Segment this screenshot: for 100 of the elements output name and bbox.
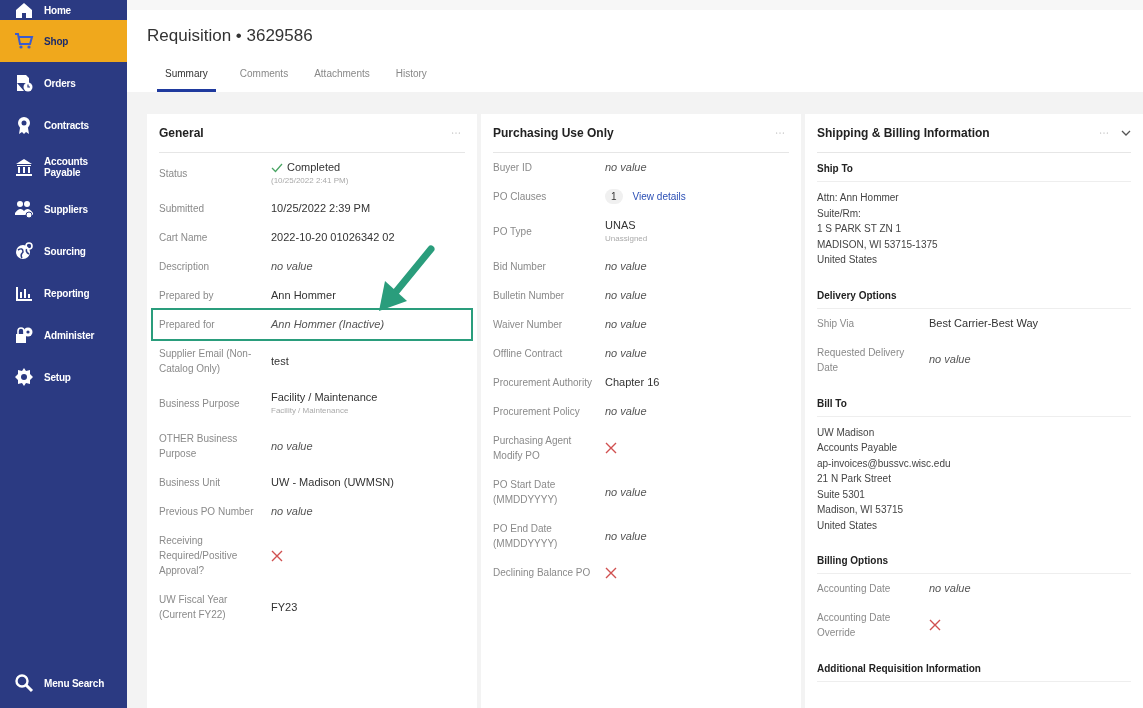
field-label: Requested Delivery Date: [817, 345, 906, 375]
field-label: Waiver Number: [493, 318, 564, 332]
card-title: Shipping & Billing Information: [817, 126, 990, 140]
field-note: Unassigned: [605, 233, 649, 245]
card-title: General: [159, 126, 204, 140]
field-value: no value: [271, 259, 314, 274]
address-line: ap-invoices@bussvc.wisc.edu: [817, 456, 952, 471]
field-value: Chapter 16: [605, 375, 661, 390]
field-value: no value: [605, 346, 648, 361]
field-value: Ann Hommer (Inactive): [271, 317, 386, 332]
section-heading: Delivery Options: [817, 279, 1131, 309]
nav-item[interactable]: Setup: [0, 356, 127, 398]
field-value: 2022-10-20 01026342 02: [271, 230, 396, 245]
section-heading: Billing Options: [817, 545, 1131, 574]
field-label: Previous PO Number: [159, 505, 255, 519]
field-label: Procurement Authority: [493, 376, 593, 390]
field-label: Purchasing Agent Modify PO: [493, 434, 573, 463]
field-value: test: [271, 353, 290, 369]
chevron-down-icon[interactable]: [1121, 129, 1131, 137]
field-value: UNAS: [605, 218, 637, 233]
nav-item[interactable]: Administer: [0, 314, 127, 356]
menu-search-button[interactable]: Menu Search: [0, 658, 127, 708]
field-label: Bid Number: [493, 260, 547, 274]
field-label: Accounting Date: [817, 582, 892, 596]
tab[interactable]: History: [393, 64, 429, 92]
field-note: (10/25/2022 2:41 PM): [271, 175, 350, 187]
field-label: Cart Name: [159, 231, 209, 245]
nav-item[interactable]: Reporting: [0, 272, 127, 314]
field-label: UW Fiscal Year (Current FY22): [159, 593, 229, 622]
field-value: no value: [605, 160, 648, 175]
field-label: Submitted: [159, 202, 206, 216]
address-line: UW Madison: [817, 425, 876, 440]
field-value: no value: [605, 317, 648, 332]
field-label: Bulletin Number: [493, 289, 566, 303]
field-label: PO Type: [493, 225, 533, 239]
field-value: Ann Hommer: [271, 288, 337, 303]
nav-item[interactable]: Home: [0, 0, 127, 20]
field-value: no value: [929, 581, 972, 596]
field-label: Status: [159, 167, 189, 181]
field-label: PO Start Date (MMDDYYYY): [493, 478, 559, 507]
field-label: Buyer ID: [493, 161, 533, 175]
section-heading: Additional Requisition Information: [817, 653, 1131, 682]
field-value: no value: [605, 404, 648, 419]
field-label: Business Unit: [159, 476, 222, 490]
view-details-link[interactable]: View details: [632, 191, 686, 202]
nav-item[interactable]: Orders: [0, 62, 127, 104]
document-clock-icon: [14, 73, 34, 93]
field-label: Procurement Policy: [493, 405, 581, 419]
field-label: Offline Contract: [493, 347, 564, 361]
people-icon: [14, 199, 34, 219]
section-heading: Bill To: [817, 387, 1131, 417]
status-value: Completed: [287, 160, 341, 175]
field-value: no value: [605, 288, 648, 303]
check-icon: [271, 162, 283, 173]
tab[interactable]: Comments: [237, 64, 291, 92]
nav-item[interactable]: Contracts: [0, 104, 127, 146]
address-line: Suite 5301: [817, 487, 866, 502]
field-label: Prepared by: [159, 289, 215, 303]
field-value: no value: [271, 504, 314, 519]
nav-item[interactable]: Accounts Payable: [0, 146, 127, 188]
address-line: Attn: Ann Hommer: [817, 191, 900, 205]
address-line: Suite/Rm:: [817, 206, 862, 221]
nav-item[interactable]: Suppliers: [0, 188, 127, 230]
field-value: Best Carrier-Best Way: [929, 315, 1039, 331]
address-line: Madison, WI 53715: [817, 503, 905, 517]
field-value: FY23: [271, 599, 299, 615]
field-label: Prepared for: [159, 318, 216, 332]
field-value: no value: [605, 259, 648, 274]
search-icon: [14, 673, 34, 693]
cross-icon: [271, 549, 283, 562]
address-line: United States: [817, 518, 879, 533]
nav-item[interactable]: Sourcing: [0, 230, 127, 272]
field-label: Receiving Required/Positive Approval?: [159, 534, 239, 578]
section-heading: Ship To: [817, 153, 1131, 182]
address-line: 1 S PARK ST ZN 1: [817, 222, 903, 236]
tab[interactable]: Summary: [157, 64, 216, 92]
field-label: Supplier Email (Non-Catalog Only): [159, 347, 253, 376]
gear-icon: [14, 367, 34, 387]
address-line: United States: [817, 253, 879, 267]
field-label: Description: [159, 260, 211, 274]
address-line: MADISON, WI 53715-1375: [817, 237, 939, 252]
cart-icon: [14, 31, 34, 51]
field-value: no value: [271, 438, 314, 454]
cross-icon: [605, 566, 617, 579]
field-label: Ship Via: [817, 316, 856, 331]
address-line: Accounts Payable: [817, 441, 899, 455]
field-label: OTHER Business Purpose: [159, 432, 239, 461]
count-badge: 1: [605, 189, 623, 204]
field-value: no value: [605, 484, 648, 500]
house-icon: [14, 0, 34, 20]
field-label: PO Clauses: [493, 190, 548, 204]
cross-icon: [929, 619, 941, 631]
field-label: Declining Balance PO: [493, 566, 592, 580]
tab[interactable]: Attachments: [312, 64, 372, 92]
cross-icon: [605, 442, 617, 454]
globe-icon: [14, 241, 34, 261]
field-value: Facility / Maintenance: [271, 390, 379, 405]
field-value: no value: [929, 352, 972, 367]
card-title: Purchasing Use Only: [493, 126, 614, 140]
nav-item[interactable]: Shop: [0, 20, 127, 62]
